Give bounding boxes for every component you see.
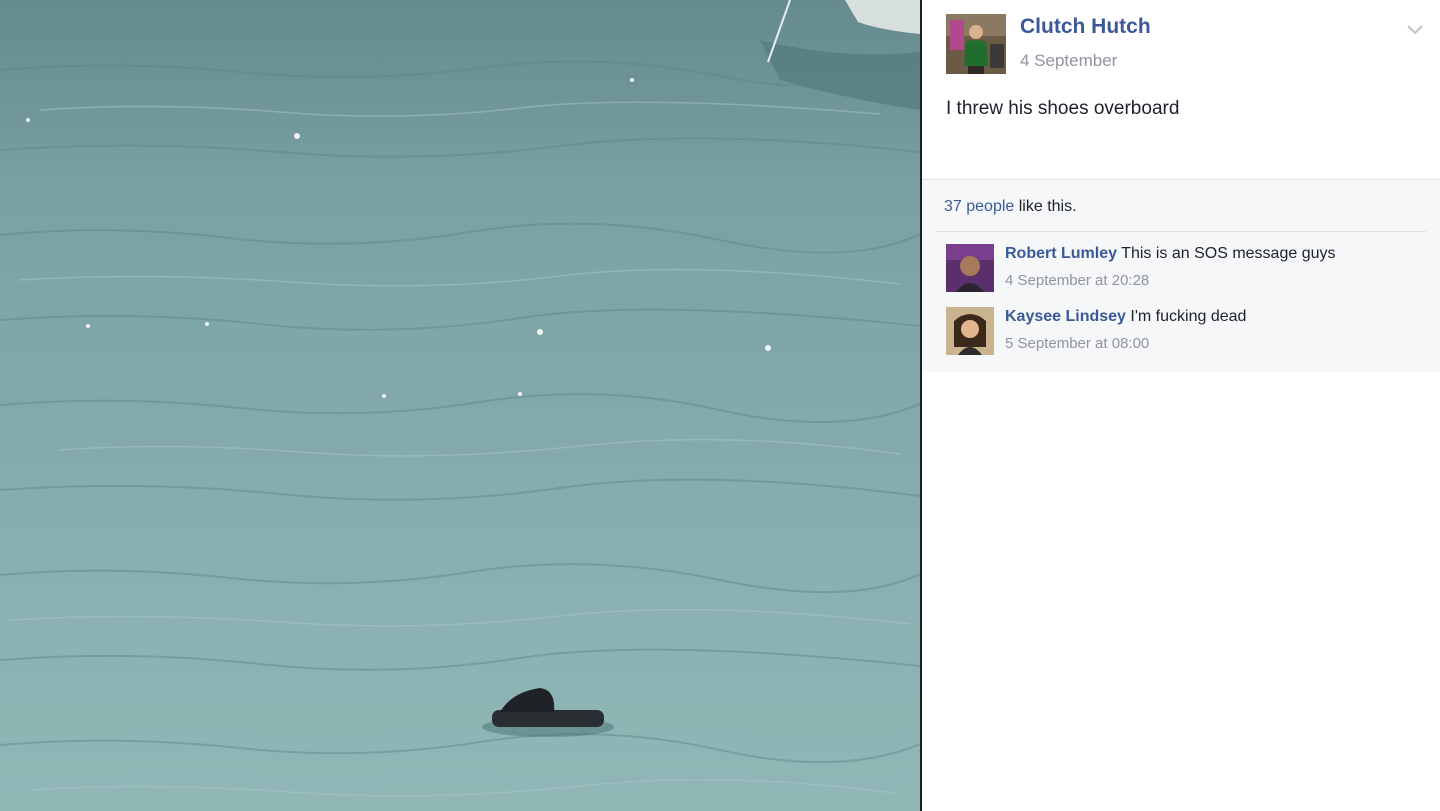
comment-body: Robert Lumley This is an SOS message guy… xyxy=(1005,245,1335,263)
post-panel: Clutch Hutch 4 September I threw his sho… xyxy=(922,0,1440,811)
post-author-name[interactable]: Clutch Hutch xyxy=(1020,15,1151,39)
divider xyxy=(936,231,1426,232)
comment-author-link[interactable]: Robert Lumley xyxy=(1005,245,1117,262)
comment-text: This is an SOS message guys xyxy=(1121,245,1336,262)
commenter-avatar-image xyxy=(946,307,994,355)
comment-timestamp[interactable]: 4 September at 20:28 xyxy=(1005,272,1149,289)
author-avatar[interactable] xyxy=(946,14,1006,74)
comment-author-link[interactable]: Kaysee Lindsey xyxy=(1005,308,1126,325)
commenter-avatar[interactable] xyxy=(946,307,994,355)
sea-photo-illustration xyxy=(0,0,920,797)
water-highlights xyxy=(9,101,911,797)
post-header: Clutch Hutch 4 September xyxy=(946,14,1426,76)
likes-suffix: like this. xyxy=(1014,198,1077,215)
author-avatar-image xyxy=(946,14,1006,74)
post-message: I threw his shoes overboard xyxy=(946,98,1180,119)
comment-item: Robert Lumley This is an SOS message guy… xyxy=(946,244,1426,296)
likes-count-link[interactable]: 37 people xyxy=(944,198,1014,215)
comment-item: Kaysee Lindsey I'm fucking dead 5 Septem… xyxy=(946,307,1426,359)
comment-timestamp[interactable]: 5 September at 08:00 xyxy=(1005,335,1149,352)
photo-viewer: Clutch Hutch 4 September I threw his sho… xyxy=(0,0,1440,811)
post-photo[interactable] xyxy=(0,0,920,811)
likes-summary: 37 people like this. xyxy=(944,198,1077,216)
water-shade xyxy=(0,0,920,180)
feedback-section: 37 people like this. Robert Lumley This … xyxy=(922,179,1440,372)
post-date[interactable]: 4 September xyxy=(1020,51,1117,71)
floating-sandal xyxy=(482,688,614,737)
chevron-down-icon[interactable] xyxy=(1404,18,1426,40)
comment-body: Kaysee Lindsey I'm fucking dead xyxy=(1005,308,1246,326)
commenter-avatar[interactable] xyxy=(946,244,994,292)
comment-text: I'm fucking dead xyxy=(1130,308,1247,325)
commenter-avatar-image xyxy=(946,244,994,292)
chevron-down-icon-glyph xyxy=(1407,25,1423,35)
